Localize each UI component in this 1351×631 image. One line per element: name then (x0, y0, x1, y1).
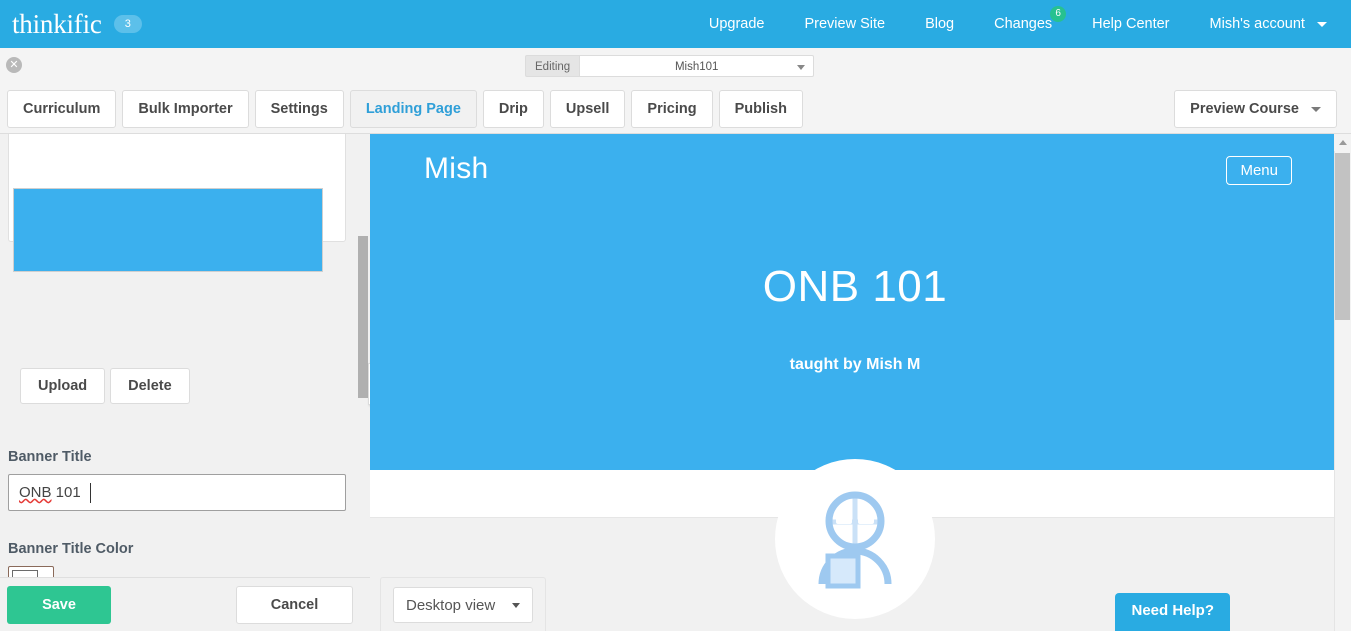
editing-label: Editing (525, 55, 580, 77)
preview-banner-subtitle: taught by Mish M (789, 356, 921, 373)
tab-landing-page[interactable]: Landing Page (349, 90, 477, 128)
sidebar-action-bar: Save Cancel (0, 577, 370, 631)
need-help-button[interactable]: Need Help? (1115, 593, 1230, 631)
banner-title-label: Banner Title (8, 449, 92, 465)
banner-title-rest-text: 101 (51, 484, 81, 501)
preview-menu-button[interactable]: Menu (1226, 156, 1292, 185)
delete-button[interactable]: Delete (110, 368, 190, 404)
banner-title-input-text: ONB 101 (19, 484, 81, 501)
nav-label-changes: Changes (994, 16, 1053, 32)
tab-drip[interactable]: Drip (482, 90, 544, 128)
nav-label-upgrade: Upgrade (708, 16, 765, 32)
preview-site-name: Mish (424, 152, 489, 185)
chevron-down-icon (1311, 106, 1321, 112)
nav-item-upgrade[interactable]: Upgrade (689, 0, 785, 48)
upload-button[interactable]: Upload (20, 368, 106, 404)
top-nav-links: Upgrade Preview Site Blog Changes 6 Help… (689, 0, 1351, 48)
preview-course-button[interactable]: Preview Course (1174, 90, 1337, 128)
banner-image-actions: Upload Delete (20, 368, 190, 404)
nav-item-preview-site[interactable]: Preview Site (784, 0, 905, 48)
user-avatar-icon (818, 491, 892, 589)
preview-scrollbar-thumb[interactable] (1335, 153, 1350, 320)
text-cursor (90, 483, 91, 503)
account-label: Mish's account (1209, 16, 1305, 32)
cancel-button[interactable]: Cancel (236, 586, 353, 624)
banner-title-misspelled-word: ONB (19, 484, 52, 501)
banner-image-preview[interactable] (13, 188, 323, 272)
preview-banner-title: ONB 101 (762, 262, 948, 311)
chevron-down-icon (1317, 21, 1327, 27)
close-icon[interactable]: ✕ (6, 57, 22, 73)
banner-title-color-picker[interactable] (8, 566, 54, 577)
logo-notification-badge[interactable]: 3 (113, 15, 142, 33)
top-navigation-bar: thinkific 3 Upgrade Preview Site Blog Ch… (0, 0, 1351, 48)
nav-item-blog[interactable]: Blog (905, 0, 974, 48)
banner-title-input[interactable]: ONB 101 (8, 474, 346, 511)
tab-bulk-importer[interactable]: Bulk Importer (122, 90, 249, 128)
scroll-up-arrow-icon[interactable] (1334, 134, 1351, 151)
banner-title-color-label: Banner Title Color (8, 541, 134, 557)
brand-area[interactable]: thinkific 3 (0, 9, 142, 40)
tab-upsell[interactable]: Upsell (549, 90, 626, 128)
course-select-value: Mish101 (674, 61, 719, 73)
instructor-avatar (775, 459, 935, 619)
changes-count-badge: 6 (1050, 6, 1067, 22)
nav-label-help-center: Help Center (1092, 16, 1170, 32)
sidebar-scroll-area: Upload Delete Banner Title ONB 101 Banne… (0, 134, 370, 577)
view-mode-bar: Desktop view (380, 577, 546, 631)
preview-course-label: Preview Course (1190, 101, 1299, 117)
sidebar-scrollbar-thumb[interactable] (358, 236, 368, 398)
course-tab-bar: Curriculum Bulk Importer Settings Landin… (0, 85, 1351, 134)
chevron-down-icon (512, 603, 520, 608)
tab-settings[interactable]: Settings (254, 90, 344, 128)
color-swatch (12, 570, 38, 577)
course-tabs: Curriculum Bulk Importer Settings Landin… (7, 90, 803, 128)
course-select[interactable]: Mish101 (579, 55, 815, 77)
editing-course-selector: Editing Mish101 (525, 55, 815, 77)
thinkific-logo[interactable]: thinkific (12, 9, 102, 40)
nav-label-blog: Blog (925, 16, 955, 32)
view-mode-select[interactable]: Desktop view (393, 587, 533, 623)
view-mode-value: Desktop view (406, 597, 496, 614)
nav-item-account-menu[interactable]: Mish's account (1190, 0, 1337, 48)
nav-item-changes[interactable]: Changes 6 (974, 0, 1072, 48)
settings-sidebar: Upload Delete Banner Title ONB 101 Banne… (0, 134, 370, 631)
nav-item-help-center[interactable]: Help Center (1072, 0, 1189, 48)
save-button[interactable]: Save (7, 586, 111, 624)
landing-page-preview: Mish Menu ONB 101 taught by Mish M Deskt… (370, 134, 1351, 631)
tab-curriculum[interactable]: Curriculum (7, 90, 117, 128)
tab-pricing[interactable]: Pricing (631, 90, 713, 128)
preview-banner: Mish Menu ONB 101 taught by Mish M (370, 134, 1340, 470)
nav-label-preview-site: Preview Site (804, 16, 886, 32)
chevron-down-icon (797, 65, 806, 70)
tab-publish[interactable]: Publish (718, 90, 803, 128)
